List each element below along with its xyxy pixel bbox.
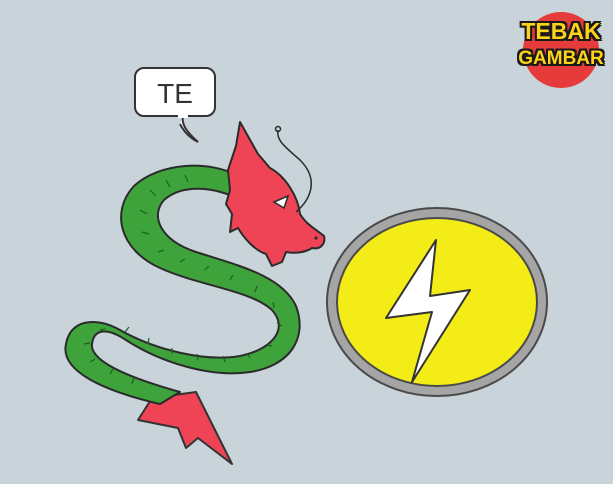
lightning-bolt-icon <box>326 207 548 397</box>
speech-bubble: TE <box>134 67 216 143</box>
dragon-icon <box>64 121 326 465</box>
logo-line-2: GAMBAR <box>518 48 604 69</box>
logo-line-1: TEBAK <box>521 18 601 44</box>
speech-bubble-text: TE <box>157 78 193 109</box>
tebak-gambar-logo: TEBAK GAMBAR <box>513 12 609 88</box>
